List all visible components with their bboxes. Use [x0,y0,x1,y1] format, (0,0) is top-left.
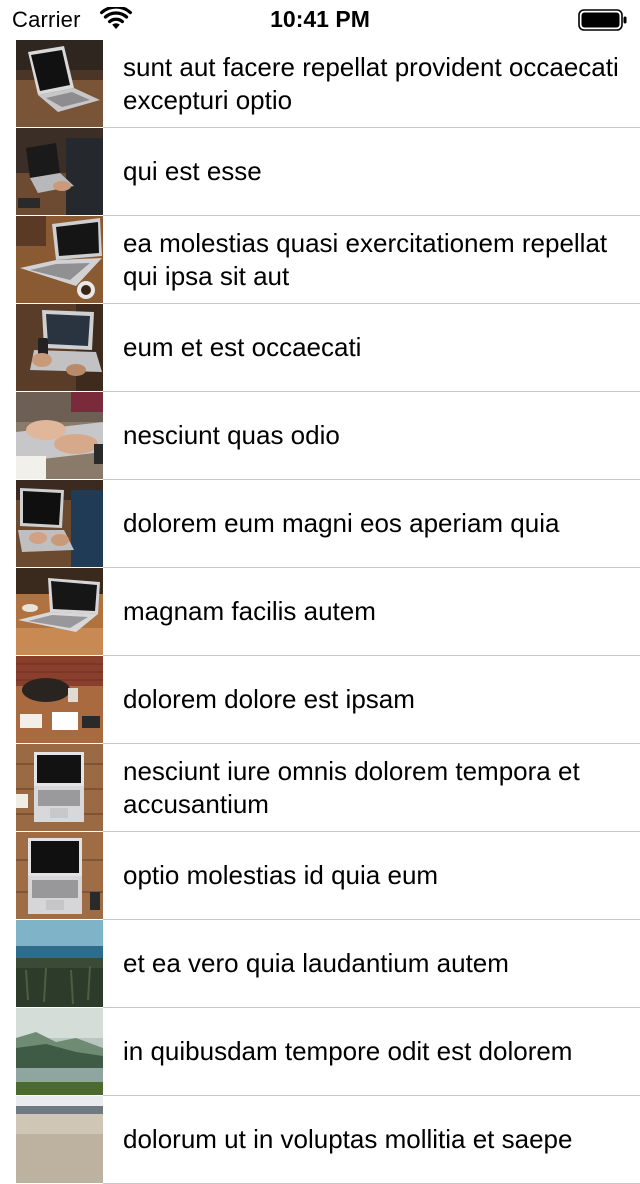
beach-thumbnail [16,1096,103,1183]
status-bar: Carrier 10:41 PM [0,0,640,40]
post-title: sunt aut facere repellat provident occae… [123,51,619,115]
post-title: dolorem eum magni eos aperiam quia [123,508,560,538]
sea-landscape-thumbnail [16,920,103,1007]
laptop-on-table-thumbnail [16,568,103,655]
hands-keyboard-thumbnail [16,392,103,479]
post-title: magnam facilis autem [123,596,376,626]
post-title: nesciunt iure omnis dolorem tempora et a… [123,755,580,819]
list-item[interactable]: in quibusdam tempore odit est dolorem [0,1008,640,1096]
misty-lake-thumbnail [16,1008,103,1095]
battery-icon [578,9,628,31]
list-item[interactable]: sunt aut facere repellat provident occae… [0,40,640,128]
post-title: et ea vero quia laudantium autem [123,948,509,978]
laptop-topdown-2-thumbnail [16,832,103,919]
list-item[interactable]: qui est esse [0,128,640,216]
list-item[interactable]: optio molestias id quia eum [0,832,640,920]
laptop-topdown-thumbnail [16,744,103,831]
laptop-on-wood-thumbnail [16,40,103,127]
desk-brick-wall-thumbnail [16,656,103,743]
status-time: 10:41 PM [270,6,370,32]
list-item[interactable]: eum et est occaecati [0,304,640,392]
post-list: sunt aut facere repellat provident occae… [0,40,640,1184]
post-title: ea molestias quasi exercitationem repell… [123,227,608,291]
list-item[interactable]: ea molestias quasi exercitationem repell… [0,216,640,304]
list-item[interactable]: nesciunt quas odio [0,392,640,480]
person-typing-laptop-thumbnail [16,128,103,215]
laptop-with-coffee-thumbnail [16,216,103,303]
post-title: optio molestias id quia eum [123,860,439,890]
post-title: qui est esse [123,156,262,186]
post-title: dolorum ut in voluptas mollitia et saepe [123,1124,573,1154]
list-item[interactable]: dolorum ut in voluptas mollitia et saepe [0,1096,640,1184]
person-laptop-desk-thumbnail [16,480,103,567]
list-item[interactable]: dolorem dolore est ipsam [0,656,640,744]
list-item[interactable]: nesciunt iure omnis dolorem tempora et a… [0,744,640,832]
post-title: nesciunt quas odio [123,420,340,450]
hands-phone-laptop-thumbnail [16,304,103,391]
post-title: eum et est occaecati [123,332,362,362]
list-item[interactable]: et ea vero quia laudantium autem [0,920,640,1008]
list-item[interactable]: magnam facilis autem [0,568,640,656]
list-item[interactable]: dolorem eum magni eos aperiam quia [0,480,640,568]
post-title: in quibusdam tempore odit est dolorem [123,1036,573,1066]
post-title: dolorem dolore est ipsam [123,684,415,714]
